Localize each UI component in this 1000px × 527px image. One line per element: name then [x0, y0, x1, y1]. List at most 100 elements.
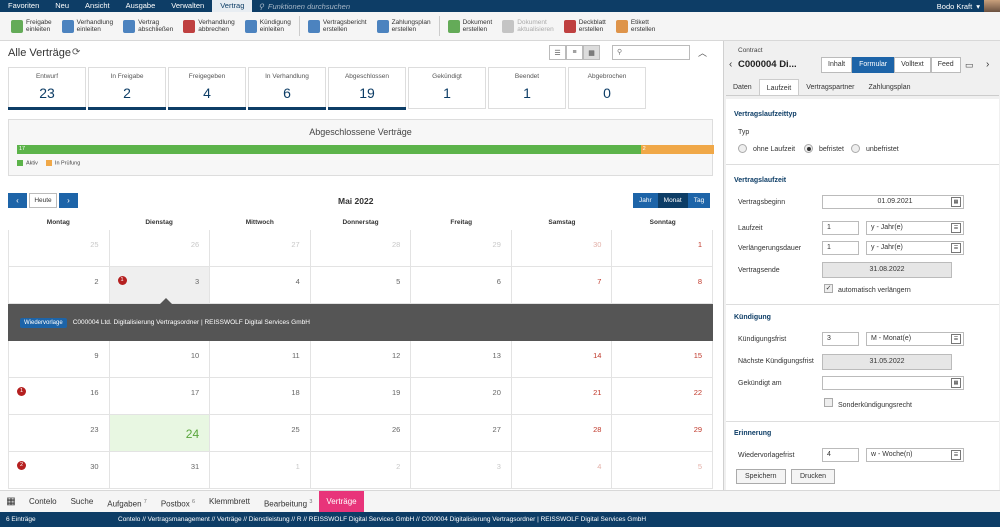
calendar-day[interactable]: 15 — [612, 341, 714, 378]
calendar-icon[interactable]: ▦ — [951, 197, 961, 207]
function-search[interactable]: ⚲ Funktionen durchsuchen — [258, 2, 350, 11]
ribbon-button[interactable]: Zahlungsplan erstellen — [372, 13, 436, 39]
next-month-button[interactable]: › — [59, 193, 78, 208]
app-grid-icon[interactable]: ▦ — [0, 496, 22, 507]
terminated-on-input[interactable]: ▦ — [822, 376, 964, 390]
calendar-day[interactable]: 1 — [612, 230, 714, 267]
reminder-unit-select[interactable]: w - Woche(n) ☰ — [866, 448, 964, 462]
menu-item[interactable]: Verwalten — [163, 0, 212, 12]
status-tile[interactable]: Gekündigt 1 — [408, 67, 486, 109]
notice-period-unit-select[interactable]: M - Monat(e) ☰ — [866, 332, 964, 346]
calendar-view-button[interactable]: Tag — [687, 193, 711, 208]
taskbar-tab[interactable]: Suche — [64, 491, 101, 513]
detail-view-icon[interactable]: ≡ — [566, 45, 583, 60]
calendar-day[interactable]: 28 — [511, 415, 613, 452]
calendar-day[interactable]: 4 — [511, 452, 613, 489]
chart-bar-segment[interactable]: 2 — [640, 145, 714, 154]
duration-input[interactable]: 1 — [822, 221, 859, 235]
chevron-right-icon[interactable]: › — [986, 59, 989, 70]
ribbon-button[interactable]: Freigabe einleiten — [6, 13, 57, 39]
ribbon-button[interactable]: Kündigung einleiten — [240, 13, 296, 39]
calendar-day[interactable]: 30 — [511, 230, 613, 267]
calendar-day[interactable]: 26 — [310, 415, 412, 452]
taskbar-tab[interactable]: Klemmbrett — [202, 491, 257, 513]
calendar-day[interactable]: 28 — [310, 230, 412, 267]
status-tile[interactable]: Abgeschlossen 19 — [328, 67, 406, 110]
calendar-day[interactable]: 27 — [411, 415, 512, 452]
calendar-day[interactable]: 7 — [511, 267, 613, 304]
start-date-input[interactable]: 01.09.2021 ▦ — [822, 195, 964, 209]
calendar-day[interactable]: 19 — [310, 378, 412, 415]
status-tile[interactable]: Freigegeben 4 — [168, 67, 246, 110]
ribbon-button[interactable]: Verhandlung einleiten — [57, 13, 119, 39]
ribbon-button[interactable]: Vertrag abschließen — [118, 13, 178, 39]
calendar-day[interactable]: 10 — [109, 341, 211, 378]
calendar-day[interactable]: 25 — [210, 415, 311, 452]
ribbon-button[interactable]: Dokument erstellen — [443, 13, 498, 39]
status-tile[interactable]: Entwurf 23 — [8, 67, 86, 110]
status-tile[interactable]: In Freigabe 2 — [88, 67, 166, 110]
calendar-day[interactable]: 29 — [612, 415, 714, 452]
panel-mode-button[interactable]: Feed — [930, 57, 961, 73]
calendar-day[interactable]: 8 — [612, 267, 714, 304]
panel-tab[interactable]: Zahlungsplan — [861, 79, 917, 95]
duration-unit-select[interactable]: y - Jahr(e) ☰ — [866, 221, 964, 235]
calendar-day[interactable]: 23 — [9, 415, 110, 452]
calendar-icon[interactable]: ▦ — [951, 378, 961, 388]
list-view-icon[interactable]: ☰ — [549, 45, 566, 60]
notice-period-input[interactable]: 3 — [822, 332, 859, 346]
calendar-day[interactable]: 31 — [109, 452, 211, 489]
panel-mode-button[interactable]: Formular — [852, 57, 895, 73]
calendar-day[interactable]: 14 — [511, 341, 613, 378]
calendar-day[interactable]: 18 — [210, 378, 311, 415]
menu-item[interactable]: Ansicht — [77, 0, 118, 12]
event-count-badge[interactable]: 2 — [17, 461, 26, 470]
radio-fixed-term[interactable] — [804, 144, 813, 153]
list-search-input[interactable]: ⚲ — [612, 45, 690, 60]
calendar-day[interactable]: 5 — [612, 452, 714, 489]
print-button[interactable]: Drucken — [791, 469, 836, 484]
panel-mode-button[interactable]: Inhalt — [821, 57, 853, 73]
taskbar-tab[interactable]: Verträge — [319, 490, 364, 513]
panel-tab[interactable]: Laufzeit — [758, 79, 800, 95]
event-count-badge[interactable]: 1 — [17, 387, 26, 396]
menu-item[interactable]: Vertrag — [212, 0, 253, 12]
calendar-day[interactable]: 3 — [411, 452, 512, 489]
radio-unlimited[interactable] — [851, 144, 860, 153]
calendar-day[interactable]: 29 — [411, 230, 512, 267]
save-button[interactable]: Speichern — [736, 469, 786, 484]
calendar-day[interactable]: 4 — [210, 267, 311, 304]
calendar-day[interactable]: 30 2 — [9, 452, 110, 489]
reminder-period-input[interactable]: 4 — [822, 448, 859, 462]
calendar-day[interactable]: 11 — [210, 341, 311, 378]
calendar-day[interactable]: 2 — [310, 452, 412, 489]
calendar-day[interactable]: 17 — [109, 378, 211, 415]
calendar-day[interactable]: 2 — [9, 267, 110, 304]
menu-item[interactable]: Neu — [47, 0, 77, 12]
ribbon-button[interactable]: Etikett erstellen — [611, 13, 661, 39]
back-arrow-icon[interactable]: ‹ — [729, 59, 732, 70]
chart-bar-segment[interactable]: 17 — [17, 145, 641, 154]
ribbon-button[interactable]: Dokument aktualisieren — [497, 13, 559, 39]
menu-item[interactable]: Ausgabe — [118, 0, 164, 12]
event-type-tag[interactable]: Wiedervorlage — [20, 317, 67, 328]
calendar-day[interactable]: 22 — [612, 378, 714, 415]
calendar-day[interactable]: 27 — [210, 230, 311, 267]
calendar-day[interactable]: 9 — [9, 341, 110, 378]
ribbon-button[interactable]: Deckblatt erstellen — [559, 13, 611, 39]
calendar-day[interactable]: 24 — [109, 415, 211, 452]
special-termination-checkbox[interactable] — [824, 398, 833, 407]
calendar-day[interactable]: 6 — [411, 267, 512, 304]
ribbon-button[interactable]: Verhandlung abbrechen — [178, 13, 240, 39]
refresh-icon[interactable]: ⟳ — [72, 47, 80, 58]
event-count-badge[interactable]: 1 — [117, 276, 127, 285]
event-title[interactable]: C000004 Ltd. Digitalisierung Vertragsord… — [73, 319, 310, 326]
extension-unit-select[interactable]: y - Jahr(e) ☰ — [866, 241, 964, 255]
calendar-day[interactable]: 13 — [411, 341, 512, 378]
user-menu[interactable]: Bodo Kraft ▾ — [937, 0, 1000, 12]
radio-no-term[interactable] — [738, 144, 747, 153]
calendar-day[interactable]: 5 — [310, 267, 412, 304]
previous-month-button[interactable]: ‹ — [8, 193, 27, 208]
calendar-day[interactable]: 21 — [511, 378, 613, 415]
panel-tab[interactable]: Daten — [726, 79, 759, 95]
